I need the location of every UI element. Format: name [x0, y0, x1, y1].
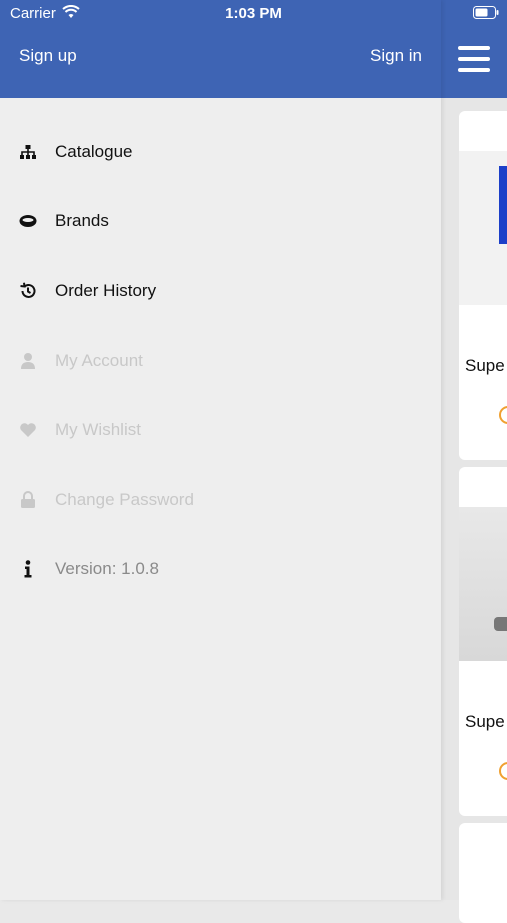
menu-item-label: My Wishlist	[55, 420, 141, 440]
drawer-menu: Catalogue Brands Order History My Accoun…	[0, 117, 441, 604]
menu-item-label: Catalogue	[55, 141, 133, 161]
menu-item-change-password[interactable]: Change Password	[0, 465, 441, 535]
menu-item-version: Version: 1.0.8	[0, 535, 441, 605]
product-card[interactable]	[459, 823, 507, 923]
sitemap-icon	[18, 142, 38, 162]
wishlist-heart-icon[interactable]	[499, 762, 507, 780]
ring-icon	[18, 211, 38, 231]
menu-item-order-history[interactable]: Order History	[0, 256, 441, 326]
lock-icon	[18, 490, 38, 510]
menu-item-label: Brands	[55, 211, 109, 231]
hamburger-menu-button[interactable]	[458, 46, 490, 76]
menu-item-brands[interactable]: Brands	[0, 187, 441, 257]
menu-item-label: My Account	[55, 350, 143, 370]
menu-item-label: Version: 1.0.8	[55, 559, 159, 579]
product-title: Supe	[465, 356, 505, 375]
battery-icon	[473, 6, 499, 23]
wishlist-heart-icon[interactable]	[499, 406, 507, 424]
user-icon	[18, 351, 38, 371]
product-card[interactable]: Supe	[459, 467, 507, 816]
product-image	[459, 507, 507, 661]
status-bar: Carrier 1:03 PM	[0, 0, 507, 28]
info-icon	[18, 559, 38, 579]
menu-item-label: Change Password	[55, 489, 194, 509]
heart-icon	[18, 420, 38, 440]
sign-up-button[interactable]: Sign up	[19, 46, 77, 66]
side-drawer: Sign up Sign in Catalogue Brands Order H…	[0, 0, 441, 900]
history-icon	[18, 281, 38, 301]
sign-in-button[interactable]: Sign in	[370, 46, 422, 66]
menu-item-label: Order History	[55, 280, 157, 300]
product-title: Supe	[465, 712, 505, 731]
product-image	[459, 151, 507, 305]
hamburger-icon-bar	[458, 57, 490, 61]
product-card[interactable]: Supe	[459, 111, 507, 460]
menu-item-catalogue[interactable]: Catalogue	[0, 117, 441, 187]
product-box-shape	[499, 166, 507, 244]
hamburger-icon	[458, 46, 490, 50]
product-item-shape	[494, 617, 507, 631]
menu-item-my-account[interactable]: My Account	[0, 326, 441, 396]
hamburger-icon-bar	[458, 68, 490, 72]
clock: 1:03 PM	[225, 5, 282, 22]
menu-item-my-wishlist[interactable]: My Wishlist	[0, 395, 441, 465]
